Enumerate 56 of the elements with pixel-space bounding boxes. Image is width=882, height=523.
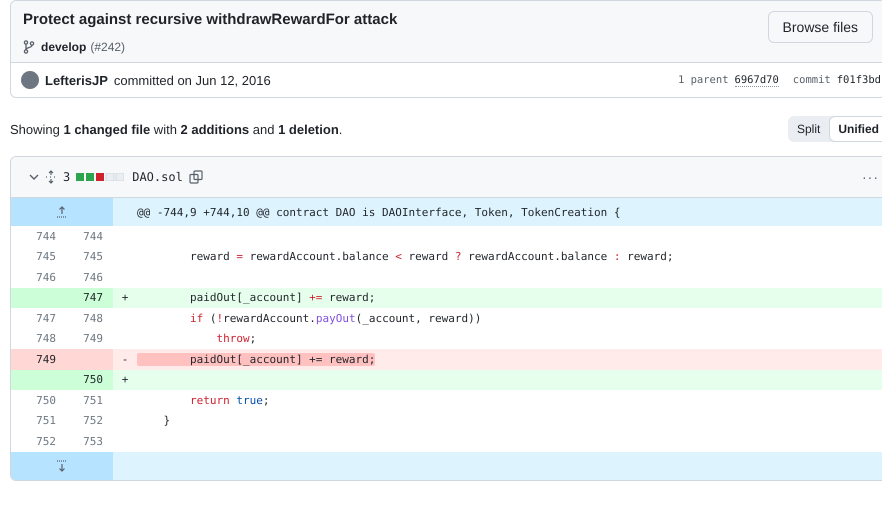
expand-down-icon[interactable]	[56, 460, 68, 472]
old-line-number[interactable]: 745	[11, 246, 66, 267]
copy-icon[interactable]	[188, 170, 203, 184]
new-line-number[interactable]: 747	[66, 288, 113, 308]
code-line: return true;	[188, 394, 270, 407]
code-line: paidOut[_account] += reward;	[188, 291, 376, 304]
avatar	[21, 71, 39, 89]
new-line-number[interactable]: 751	[66, 390, 113, 410]
diff-sign: -	[122, 352, 128, 366]
old-line-number[interactable]: 752	[11, 431, 66, 452]
new-line-number[interactable]: 752	[66, 410, 113, 431]
old-line-number[interactable]: 746	[11, 267, 66, 288]
code-line: if (!rewardAccount.payOut(_account, reward))	[188, 312, 482, 325]
new-line-number[interactable]: 750	[66, 370, 113, 390]
new-line-number[interactable]: 748	[66, 308, 113, 328]
parent-label: 1 parent	[678, 74, 729, 86]
new-line-number[interactable]: 744	[66, 226, 113, 246]
expand-up-icon[interactable]	[56, 206, 68, 218]
old-line-number[interactable]: 748	[11, 328, 66, 349]
new-line-number[interactable]: 753	[66, 431, 113, 452]
commit-date: committed on Jun 12, 2016	[114, 72, 271, 88]
code-line: reward = rewardAccount.balance < reward ? rewardAccount.balance : reward;	[188, 250, 674, 264]
view-mode-tab[interactable]: Unified	[829, 116, 882, 142]
old-line-number[interactable]: 751	[11, 410, 66, 431]
more-options[interactable]: ···	[862, 169, 879, 185]
chevron-icon[interactable]	[29, 172, 39, 182]
diff-summary: Showing 1 changed file with 2 additions and 1 deletion.	[10, 122, 342, 136]
file-name[interactable]: DAO.sol	[132, 170, 183, 184]
commit-sha: f01f3bd	[836, 74, 881, 86]
commit-label: commit	[792, 74, 831, 86]
change-count: 3	[63, 170, 70, 184]
author-name[interactable]: LefterisJP	[45, 72, 108, 88]
code-line: throw;	[215, 332, 256, 346]
old-line-number[interactable]: 749	[11, 349, 66, 370]
diff-sign: +	[122, 373, 128, 386]
branch-name[interactable]: develop	[41, 40, 86, 54]
pull-request-number[interactable]: (#242)	[90, 40, 126, 54]
commit-title: Protect against recursive withdrawRewardFor attack	[23, 11, 398, 28]
view-mode-tab[interactable]: Split	[788, 116, 830, 142]
diff-sign: +	[122, 291, 128, 304]
line-number-gutter	[11, 288, 66, 308]
expand-arrows-icon[interactable]	[45, 170, 57, 184]
old-line-number[interactable]: 750	[11, 390, 66, 410]
diffstat-icon	[76, 173, 124, 181]
browse-files-button[interactable]: Browse files	[768, 11, 873, 43]
parent-sha[interactable]: 6967d70	[734, 74, 779, 86]
line-number-gutter	[11, 370, 66, 390]
new-line-number[interactable]: 745	[66, 246, 113, 267]
hunk-header: @@ -744,9 +744,10 @@ contract DAO is DAOInterface, Token, TokenCreation {	[137, 206, 620, 218]
new-line-number[interactable]: 746	[66, 267, 113, 288]
branch-icon	[23, 40, 35, 54]
code-line: }	[162, 414, 170, 428]
new-line-number[interactable]: 749	[66, 328, 113, 349]
old-line-number[interactable]: 747	[11, 308, 66, 328]
old-line-number[interactable]: 744	[11, 226, 66, 246]
line-number-gutter	[66, 349, 113, 370]
